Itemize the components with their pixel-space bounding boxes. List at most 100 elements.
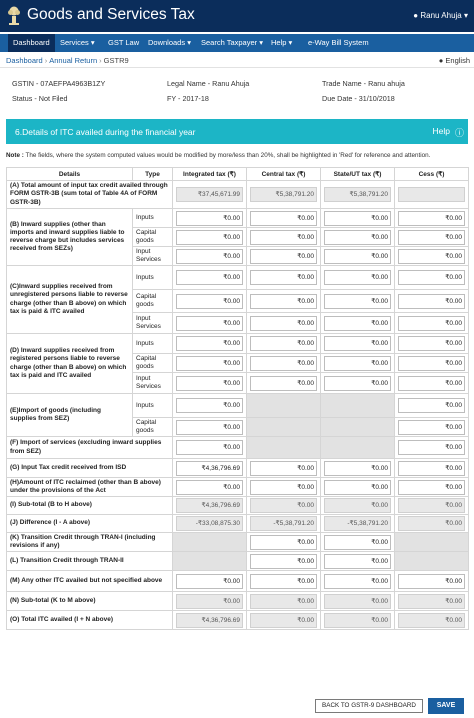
amount-input[interactable]: ₹0.00 [324, 479, 391, 495]
amount-input[interactable]: ₹0.00 [250, 270, 317, 285]
amount-input[interactable]: ₹0.00 [398, 398, 465, 413]
value-cell: ₹0.00 [394, 514, 469, 533]
amount-input[interactable]: ₹0.00 [398, 248, 465, 264]
amount-input[interactable]: ₹0.00 [250, 293, 317, 309]
amount-input[interactable]: ₹0.00 [176, 270, 243, 285]
amount-input[interactable]: ₹0.00 [176, 355, 243, 371]
amount-input[interactable]: ₹0.00 [324, 248, 391, 264]
note-label: Note : [6, 152, 24, 159]
amount-input[interactable]: ₹0.00 [398, 460, 465, 476]
amount-input[interactable]: ₹0.00 [398, 440, 465, 455]
nav-label: Help [271, 38, 287, 47]
value-cell: ₹0.00 [246, 289, 321, 313]
amount-input[interactable]: ₹0.00 [250, 355, 317, 371]
amount-input[interactable]: ₹0.00 [324, 210, 391, 226]
value-cell: ₹0.00 [320, 610, 395, 630]
nav-search-taxpayer[interactable]: Search Taxpayer ▾ [196, 34, 268, 52]
nav-dashboard[interactable]: Dashboard [8, 34, 55, 52]
amount-input[interactable]: ₹0.00 [176, 375, 243, 391]
amount-input[interactable]: ₹0.00 [250, 315, 317, 331]
amount-input[interactable]: ₹0.00 [176, 479, 243, 495]
value-cell: ₹0.00 [320, 570, 395, 592]
amount-input[interactable]: ₹0.00 [250, 553, 317, 569]
amount-input[interactable]: ₹0.00 [176, 573, 243, 589]
row-type: Capital goods [132, 417, 173, 437]
help-icon[interactable]: ⓘ [455, 126, 464, 139]
nav-help[interactable]: Help ▾ [266, 34, 297, 52]
amount-input[interactable]: ₹0.00 [324, 293, 391, 309]
disabled-cell [320, 417, 395, 437]
help-link[interactable]: Help [433, 126, 450, 136]
save-button[interactable]: SAVE [428, 698, 464, 714]
due-date-text: Due Date - 31/10/2018 [322, 94, 395, 103]
amount-input[interactable]: ₹0.00 [324, 553, 391, 569]
value-cell: ₹0.00 [394, 265, 469, 290]
amount-input[interactable]: ₹0.00 [398, 229, 465, 245]
value-cell: ₹0.00 [246, 570, 321, 592]
amount-input[interactable]: ₹0.00 [324, 315, 391, 331]
language-selector[interactable]: ● English [439, 56, 470, 65]
amount-input[interactable]: ₹0.00 [324, 229, 391, 245]
amount-input[interactable]: ₹0.00 [398, 479, 465, 495]
amount-input[interactable]: ₹0.00 [250, 210, 317, 226]
readonly-amount-field: ₹0.00 [398, 612, 465, 628]
row-type: Capital goods [132, 227, 173, 247]
amount-input[interactable]: ₹0.00 [176, 229, 243, 245]
nav-eway-bill[interactable]: e-Way Bill System [303, 34, 374, 52]
table-row: (F) Import of services (excluding inward… [6, 436, 469, 459]
amount-input[interactable]: ₹0.00 [324, 355, 391, 371]
amount-input[interactable]: ₹0.00 [250, 573, 317, 589]
amount-input[interactable]: ₹0.00 [398, 419, 465, 435]
amount-input[interactable]: ₹0.00 [324, 534, 391, 550]
nav-services[interactable]: Services ▾ [55, 34, 100, 52]
amount-input[interactable]: ₹0.00 [398, 210, 465, 226]
nav-gst-law[interactable]: GST Law [103, 34, 144, 52]
value-cell: ₹0.00 [320, 532, 395, 552]
amount-input[interactable]: ₹0.00 [398, 270, 465, 285]
nav-label: Search Taxpayer [201, 38, 258, 47]
value-cell: ₹0.00 [394, 610, 469, 630]
nav-label: GST Law [108, 38, 140, 47]
amount-input[interactable]: ₹0.00 [176, 419, 243, 435]
breadcrumb-annual-return[interactable]: Annual Return [49, 56, 97, 65]
back-to-dashboard-button[interactable]: BACK TO GSTR-9 DASHBOARD [315, 699, 423, 713]
amount-input[interactable]: ₹0.00 [398, 355, 465, 371]
col-header: Cess (₹) [394, 167, 469, 181]
amount-input[interactable]: ₹0.00 [398, 315, 465, 331]
value-cell: ₹0.00 [246, 458, 321, 478]
amount-input[interactable]: ₹0.00 [324, 573, 391, 589]
breadcrumb-dashboard[interactable]: Dashboard [6, 56, 43, 65]
amount-input[interactable]: ₹0.00 [250, 534, 317, 550]
value-cell: ₹0.00 [394, 372, 469, 394]
amount-input[interactable]: ₹0.00 [176, 315, 243, 331]
amount-input[interactable]: ₹0.00 [250, 460, 317, 476]
amount-input[interactable]: ₹0.00 [324, 375, 391, 391]
amount-input[interactable]: ₹0.00 [250, 375, 317, 391]
amount-input[interactable]: ₹0.00 [324, 270, 391, 285]
value-cell: -₹5,38,791.20 [320, 514, 395, 533]
amount-input[interactable]: ₹0.00 [176, 248, 243, 264]
amount-input[interactable]: ₹0.00 [176, 336, 243, 351]
amount-input[interactable]: ₹0.00 [398, 293, 465, 309]
amount-input[interactable]: ₹0.00 [176, 398, 243, 413]
nav-downloads[interactable]: Downloads ▾ [143, 34, 196, 52]
amount-input[interactable]: ₹0.00 [324, 336, 391, 351]
nav-label: e-Way Bill System [308, 38, 369, 47]
disabled-cell [246, 436, 321, 459]
amount-input[interactable]: ₹0.00 [398, 573, 465, 589]
amount-input[interactable]: ₹0.00 [250, 248, 317, 264]
amount-input[interactable]: ₹0.00 [398, 336, 465, 351]
amount-input[interactable]: ₹0.00 [250, 479, 317, 495]
amount-input[interactable]: ₹0.00 [176, 293, 243, 309]
amount-input[interactable]: ₹0.00 [176, 210, 243, 226]
readonly-amount-field: ₹0.00 [398, 593, 465, 609]
amount-input[interactable]: ₹0.00 [324, 460, 391, 476]
amount-input[interactable]: ₹0.00 [250, 336, 317, 351]
amount-input[interactable]: ₹0.00 [250, 229, 317, 245]
amount-input[interactable]: ₹0.00 [176, 440, 243, 455]
amount-input[interactable]: ₹0.00 [398, 375, 465, 391]
amount-input[interactable]: ₹4,36,796.69 [176, 460, 243, 476]
user-menu[interactable]: ● Ranu Ahuja ▾ [413, 11, 468, 20]
value-cell: ₹0.00 [246, 227, 321, 247]
value-cell: ₹0.00 [320, 227, 395, 247]
